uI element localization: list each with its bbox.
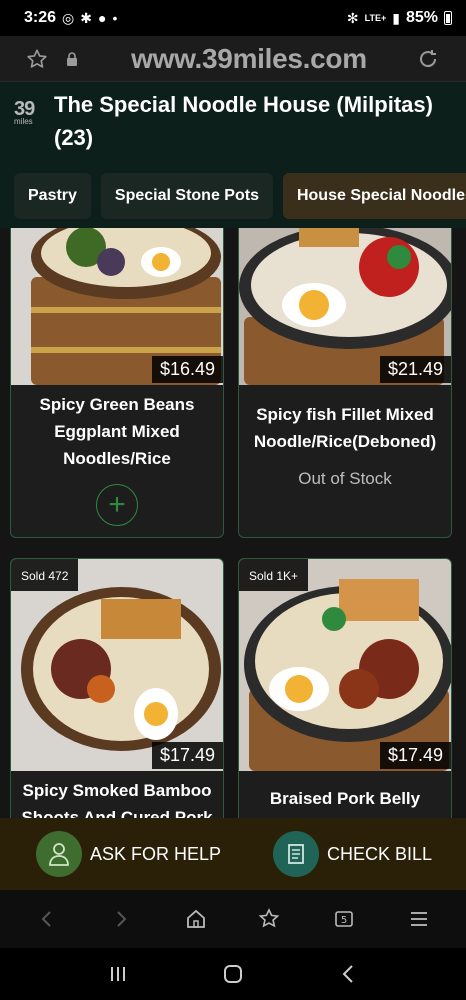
restaurant-header: 39 miles The Special Noodle House (Milpi… [0,82,466,164]
logo-sub: miles [14,117,33,126]
star-icon[interactable] [26,48,48,70]
dish-image[interactable]: Sold 1K+ $17.49 [239,559,451,771]
action-bar: ASK FOR HELP CHECK BILL [0,818,466,890]
dish-name: Braised Pork Belly Mixed [269,789,421,818]
menu-card[interactable]: Sold 1K+ $17.49 Braised Pork Belly Mixed [238,558,452,818]
dish-name: Spicy fish Fillet Mixed Noodle/Rice(Debo… [253,405,437,451]
sold-badge: Sold 472 [11,559,79,591]
ask-for-help-button[interactable]: ASK FOR HELP [0,831,229,877]
facebook-icon: ● [97,10,107,26]
tab-house-special-noodles[interactable]: House Special Noodles & Rice [282,173,466,219]
menu-grid: $16.49 Spicy Green Beans Eggplant Mixed … [0,228,466,818]
dish-name: Spicy Smoked Bamboo Shoots And Cured Por… [21,781,213,818]
logo: 39 miles [0,82,54,164]
menu-card[interactable]: $21.49 Spicy fish Fillet Mixed Noodle/Ri… [238,228,452,538]
tab-special-stone-pots[interactable]: Special Stone Pots [100,173,273,219]
whatsapp-icon: ◎ [62,9,75,26]
sold-badge: Sold 1K+ [239,559,309,591]
dish-image[interactable]: $21.49 [239,228,451,385]
category-tabs: Pastry Special Stone Pots House Special … [0,164,466,228]
network-type: LTE+ [364,13,387,23]
dish-name: Spicy Green Beans Eggplant Mixed Noodles… [39,395,195,468]
yelp-icon: ✱ [80,9,92,26]
price-tag: $17.49 [379,742,451,769]
recent-apps-icon[interactable] [98,954,138,994]
bill-icon [273,831,319,877]
add-to-cart-button[interactable]: + [96,484,138,526]
battery-icon [444,11,452,25]
menu-icon[interactable] [399,899,439,939]
check-bill-label: CHECK BILL [327,843,433,864]
stock-status: Out of Stock [298,469,392,488]
plus-icon: + [108,488,126,521]
signal-icon: ▮ [392,9,400,26]
browser-url-bar: www.39miles.com [0,36,466,82]
restaurant-title: The Special Noodle House (Milpitas) (23) [54,92,433,150]
back-icon[interactable] [27,899,67,939]
browser-nav-bar: 5 [0,890,466,948]
dish-image[interactable]: Sold 472 $17.49 [11,559,223,771]
price-tag: $16.49 [151,356,223,383]
menu-card[interactable]: $16.49 Spicy Green Beans Eggplant Mixed … [10,228,224,538]
price-tag: $21.49 [379,356,451,383]
dish-image[interactable]: $16.49 [11,228,223,385]
tab-count: 5 [341,915,347,926]
price-tag: $17.49 [151,742,223,769]
ask-for-help-label: ASK FOR HELP [90,843,222,864]
tab-pastry[interactable]: Pastry [14,173,91,219]
help-person-icon [36,831,82,877]
dot-icon: • [112,10,118,26]
check-bill-button[interactable]: CHECK BILL [229,831,466,877]
home-button-icon[interactable] [213,954,253,994]
bluetooth-icon: ✻ [346,9,359,26]
reload-icon[interactable] [416,47,440,71]
tabs-icon[interactable]: 5 [324,899,364,939]
forward-icon[interactable] [101,899,141,939]
system-nav-bar [0,948,466,1000]
battery-percent: 85% [405,9,438,26]
menu-card[interactable]: Sold 472 $17.49 Spicy Smoked Bamboo Shoo… [10,558,224,818]
system-back-icon[interactable] [328,954,368,994]
status-time: 3:26 [24,9,57,26]
logo-number: 39 [14,98,35,120]
home-icon[interactable] [176,899,216,939]
bookmarks-icon[interactable] [250,899,290,939]
status-bar: 3:26 ◎ ✱ ● • ✻ LTE+ ▮ 85% [0,0,466,36]
url-text[interactable]: www.39miles.com [82,43,416,75]
lock-icon[interactable] [66,51,78,66]
